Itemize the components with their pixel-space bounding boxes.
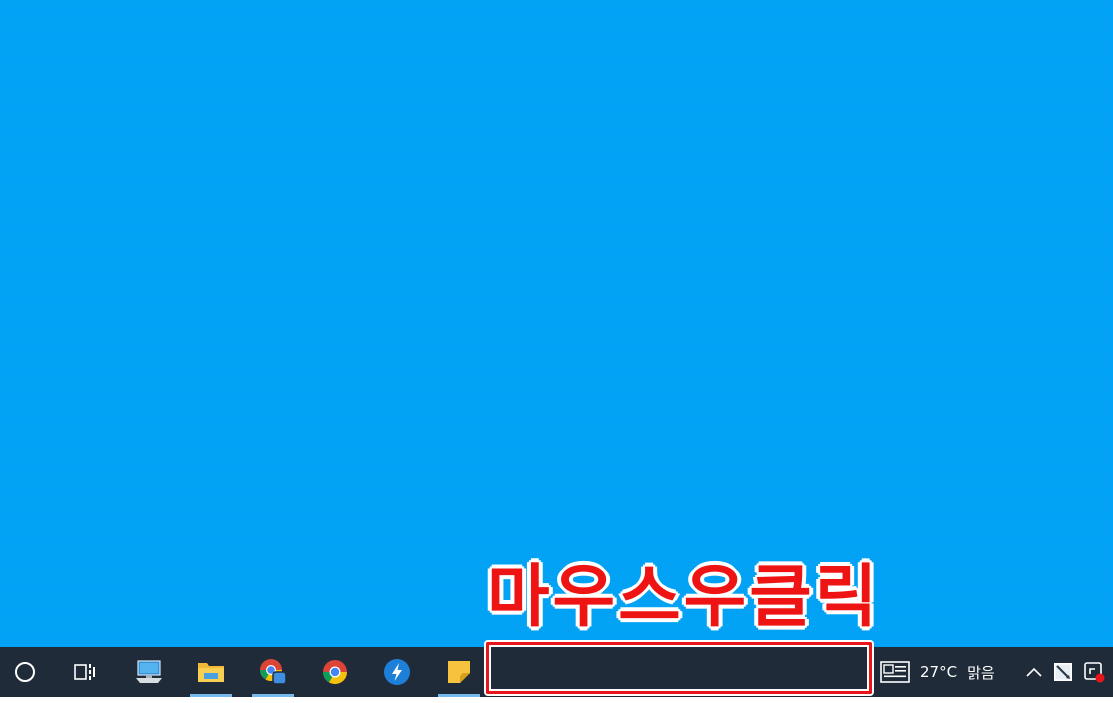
task-view-icon — [74, 664, 95, 680]
chrome-profile-icon — [260, 659, 287, 685]
annotation-label: 마우스우클릭 — [487, 558, 881, 637]
desktop-background[interactable] — [0, 0, 1113, 647]
cortana-button[interactable] — [0, 647, 50, 697]
sticky-note-icon — [448, 661, 470, 683]
cortana-circle-icon — [15, 662, 35, 682]
weather-temp: 27°C — [920, 663, 958, 681]
this-pc-button[interactable] — [124, 647, 174, 697]
screen-bottom-edge — [0, 697, 1113, 703]
pen-icon — [1054, 663, 1072, 681]
chevron-up-icon — [1026, 667, 1042, 677]
chrome-profile-button[interactable] — [248, 647, 298, 697]
show-hidden-icons-button[interactable] — [1025, 647, 1043, 697]
app-notification-button[interactable] — [1082, 647, 1106, 697]
weather-condition: 맑음 — [967, 663, 995, 682]
chrome-button[interactable] — [310, 647, 360, 697]
lightning-icon — [384, 659, 410, 685]
sticky-notes-button[interactable] — [434, 647, 484, 697]
task-view-button[interactable] — [60, 647, 110, 697]
highlighted-taskbar-area[interactable] — [486, 642, 872, 694]
chrome-icon — [323, 660, 347, 685]
file-explorer-button[interactable] — [186, 647, 236, 697]
news-icon — [880, 661, 910, 683]
pen-tray-button[interactable] — [1052, 647, 1074, 697]
computer-icon — [136, 660, 162, 683]
app-notification-icon — [1084, 662, 1105, 683]
weather-widget[interactable]: 27°C 맑음 — [880, 647, 995, 697]
folder-icon — [198, 663, 224, 682]
lightning-app-button[interactable] — [372, 647, 422, 697]
